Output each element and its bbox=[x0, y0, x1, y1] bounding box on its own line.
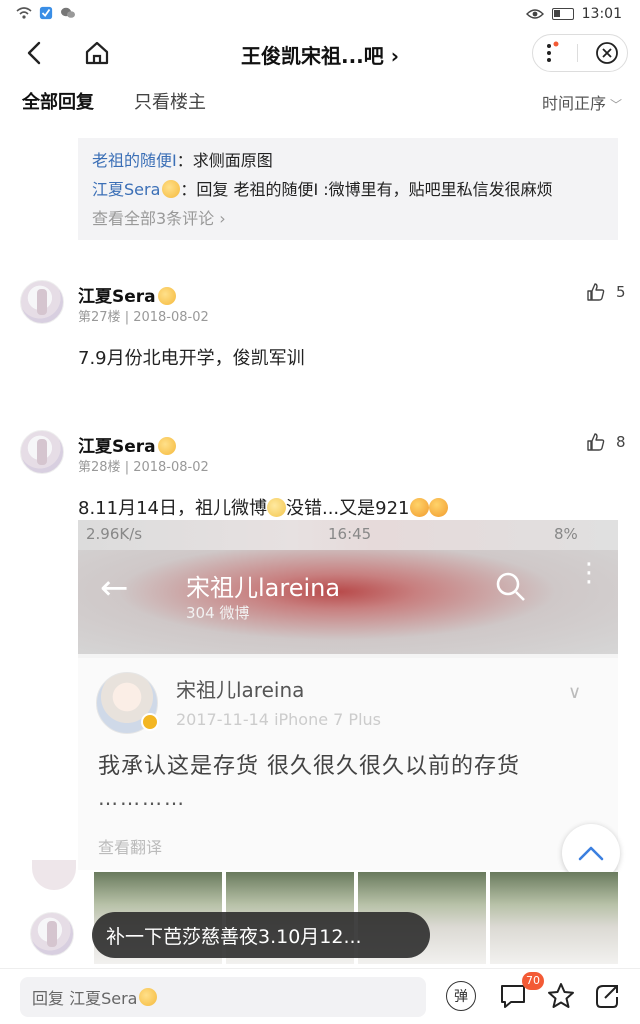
meta-separator: | bbox=[124, 310, 130, 325]
verified-badge-icon bbox=[141, 713, 159, 731]
sub-reply-text: ：求侧面原图 bbox=[176, 151, 273, 170]
wifi-icon bbox=[16, 7, 32, 19]
blush-emoji-icon bbox=[266, 498, 286, 517]
post-meta: 第28楼 | 2018-08-02 bbox=[78, 456, 209, 475]
avatar[interactable] bbox=[20, 430, 64, 474]
screenshot-avatar bbox=[96, 672, 159, 734]
tongue-emoji-icon bbox=[428, 498, 448, 517]
page-title-text[interactable]: 王俊凯宋祖...吧 bbox=[241, 44, 384, 68]
chevron-right-icon: › bbox=[390, 44, 399, 68]
bottom-bar: 回复 江夏Sera 弹 70 bbox=[0, 968, 640, 1024]
sub-reply-user[interactable]: 老祖的随便I bbox=[92, 151, 177, 170]
share-icon[interactable] bbox=[592, 981, 622, 1011]
arrow-left-icon: ← bbox=[100, 568, 129, 608]
capsule-menu bbox=[532, 34, 628, 72]
post-date: 2018-08-02 bbox=[133, 310, 209, 325]
user-badge-icon bbox=[157, 437, 176, 455]
user-badge-icon bbox=[162, 180, 181, 198]
username-text: 江夏Sera bbox=[78, 437, 156, 457]
screenshot-translate-link: 查看翻译 bbox=[98, 838, 163, 857]
screenshot-battery: 8% bbox=[554, 525, 578, 543]
post-photo[interactable] bbox=[490, 872, 618, 964]
sub-reply-user[interactable]: 江夏Sera bbox=[92, 180, 160, 199]
sort-dropdown[interactable]: 时间正序 ﹀ bbox=[542, 90, 622, 114]
star-icon[interactable] bbox=[546, 981, 576, 1011]
screenshot-post-meta: 2017-11-14 iPhone 7 Plus bbox=[176, 710, 381, 729]
close-icon[interactable] bbox=[595, 41, 619, 65]
screenshot-post-text: 我承认这是存货 很久很久很久以前的存货 bbox=[98, 754, 520, 779]
nav-bar: 王俊凯宋祖...吧 › bbox=[0, 30, 640, 76]
search-icon bbox=[496, 572, 525, 601]
username-text: 江夏Sera bbox=[78, 287, 156, 307]
thumbs-up-icon bbox=[587, 283, 605, 301]
chevron-up-icon bbox=[578, 846, 604, 861]
screenshot-profile-header: ← 宋祖儿lareina 304 微博 ⋮ bbox=[78, 550, 618, 654]
floor-number: 第27楼 bbox=[78, 310, 121, 325]
sub-reply-1: 老祖的随便I：求侧面原图 bbox=[92, 146, 604, 175]
comment-count-badge: 70 bbox=[522, 972, 544, 990]
chevron-down-icon: ∨ bbox=[568, 682, 582, 703]
post-text-part: 没错...又是921 bbox=[285, 498, 410, 519]
like-button[interactable]: 5 bbox=[586, 282, 626, 302]
eye-icon bbox=[525, 9, 544, 19]
floor-number: 第28楼 bbox=[78, 460, 121, 475]
avatar[interactable] bbox=[30, 912, 74, 956]
like-button[interactable]: 8 bbox=[586, 432, 626, 452]
toast-message[interactable]: 补一下芭莎慈善夜3.10月12... bbox=[92, 912, 430, 958]
more-dots-icon[interactable] bbox=[541, 41, 561, 65]
screenshot-network-speed: 2.96K/s bbox=[86, 525, 143, 543]
like-count: 5 bbox=[616, 283, 626, 301]
view-all-comments-link[interactable]: 查看全部3条评论 › bbox=[92, 204, 604, 233]
app-notification-icon bbox=[39, 6, 53, 20]
like-count: 8 bbox=[616, 433, 626, 451]
screenshot-status-bar: 2.96K/s 16:45 8% bbox=[78, 520, 618, 550]
status-time: 13:01 bbox=[581, 6, 622, 22]
avatar[interactable] bbox=[20, 280, 64, 324]
sub-reply-text: ：回复 老祖的随便I :微博里有，贴吧里私信发很麻烦 bbox=[180, 180, 553, 199]
post-username[interactable]: 江夏Sera bbox=[78, 282, 176, 307]
post-content: 8.11月14日，祖儿微博 没错...又是921 bbox=[78, 494, 448, 520]
back-icon[interactable] bbox=[18, 36, 52, 70]
home-icon[interactable] bbox=[80, 36, 114, 70]
user-badge-icon bbox=[139, 988, 158, 1006]
wechat-icon bbox=[61, 7, 75, 18]
post-meta: 第27楼 | 2018-08-02 bbox=[78, 306, 209, 325]
sub-reply-2: 江夏Sera ：回复 老祖的随便I :微博里有，贴吧里私信发很麻烦 bbox=[92, 175, 604, 204]
reply-placeholder: 回复 江夏Sera bbox=[32, 989, 138, 1008]
meta-separator: | bbox=[124, 460, 130, 475]
thumbs-up-icon bbox=[587, 433, 605, 451]
chevron-down-icon: ﹀ bbox=[609, 98, 622, 112]
screenshot-time: 16:45 bbox=[328, 525, 372, 543]
sub-replies-box[interactable]: 老祖的随便I：求侧面原图 江夏Sera ：回复 老祖的随便I :微博里有，贴吧里私… bbox=[78, 138, 618, 240]
post-username[interactable]: 江夏Sera bbox=[78, 432, 176, 457]
reply-tabs: 全部回复 只看楼主 时间正序 ﹀ bbox=[0, 82, 640, 118]
sort-label: 时间正序 bbox=[541, 94, 606, 113]
tongue-emoji-icon bbox=[409, 498, 429, 517]
reply-input[interactable]: 回复 江夏Sera bbox=[20, 977, 426, 1017]
capsule-divider bbox=[577, 44, 579, 62]
post-date: 2018-08-02 bbox=[133, 460, 209, 475]
more-vertical-icon: ⋮ bbox=[576, 558, 602, 588]
avatar[interactable] bbox=[32, 860, 76, 890]
status-bar: 13:01 bbox=[0, 0, 640, 30]
post-content: 7.9月份北电开学，俊凯军训 bbox=[78, 348, 305, 369]
tab-only-op[interactable]: 只看楼主 bbox=[134, 88, 206, 114]
tab-all-replies[interactable]: 全部回复 bbox=[22, 88, 94, 114]
screenshot-post-user: 宋祖儿lareina bbox=[176, 678, 305, 702]
user-badge-icon bbox=[157, 287, 176, 305]
screenshot-weibo-post: 宋祖儿lareina 2017-11-14 iPhone 7 Plus ∨ 我承… bbox=[78, 658, 618, 870]
post-text-part: 8.11月14日，祖儿微博 bbox=[78, 498, 267, 519]
screenshot-profile-name: 宋祖儿lareina bbox=[186, 574, 341, 602]
post-image-screenshot[interactable]: 2.96K/s 16:45 8% ← 宋祖儿lareina 304 微博 ⋮ 宋… bbox=[78, 520, 618, 870]
danmu-toggle-button[interactable]: 弹 bbox=[446, 981, 476, 1011]
battery-icon bbox=[551, 8, 574, 20]
screenshot-weibo-count: 304 微博 bbox=[186, 604, 250, 622]
screenshot-post-ellipsis: ………… bbox=[98, 786, 186, 810]
